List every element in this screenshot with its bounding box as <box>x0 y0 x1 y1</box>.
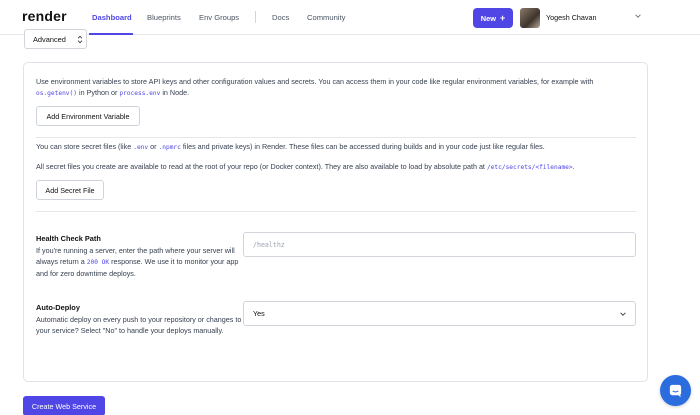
code-getenv: os.getenv() <box>36 90 77 97</box>
auto-deploy-selected-value: Yes <box>253 309 265 318</box>
auto-deploy-description: Automatic deploy on every push to your r… <box>36 315 242 336</box>
health-check-title: Health Check Path <box>36 234 101 243</box>
render-logo[interactable]: render <box>22 8 67 24</box>
active-tab-indicator <box>89 33 133 35</box>
secret-desc-2: All secret files you create are availabl… <box>36 162 485 171</box>
nav-blueprints[interactable]: Blueprints <box>147 13 181 22</box>
divider <box>36 211 636 212</box>
add-environment-variable-button[interactable]: Add Environment Variable <box>36 106 140 126</box>
divider <box>36 137 636 138</box>
secret-desc-a: You can store secret files (like <box>36 142 132 151</box>
secret-desc-b: files and private keys) in Render. These… <box>182 142 545 151</box>
code-env: .env <box>133 144 149 151</box>
user-name[interactable]: Yogesh Chavan <box>546 13 597 22</box>
code-secrets-path: /etc/secrets/<filename> <box>486 164 573 171</box>
create-web-service-button[interactable]: Create Web Service <box>23 396 105 415</box>
env-desc-text: Use environment variables to store API k… <box>36 77 594 86</box>
secret-desc-period: . <box>572 162 575 171</box>
nav-dashboard[interactable]: Dashboard <box>92 13 132 22</box>
top-nav: render Dashboard Blueprints Env Groups D… <box>0 0 700 35</box>
auto-deploy-title: Auto-Deploy <box>36 303 80 312</box>
plus-icon: + <box>499 12 506 23</box>
secret-files-description: You can store secret files (like .env or… <box>36 141 646 153</box>
advanced-settings-panel: Use environment variables to store API k… <box>23 62 648 382</box>
add-secret-file-button[interactable]: Add Secret File <box>36 180 104 200</box>
chevron-up-down-icon <box>77 35 83 43</box>
nav-env-groups[interactable]: Env Groups <box>199 13 239 22</box>
new-button-label: New <box>480 13 496 23</box>
env-desc-python: in Python or <box>78 88 118 97</box>
advanced-label: Advanced <box>33 34 66 44</box>
code-200-ok: 200 OK <box>86 259 110 267</box>
env-desc-node: in Node. <box>162 88 190 97</box>
code-npmrc: .npmrc <box>158 144 181 151</box>
nav-community[interactable]: Community <box>307 13 345 22</box>
health-check-path-input[interactable] <box>253 240 635 249</box>
advanced-toggle-button[interactable]: Advanced <box>24 29 87 49</box>
secret-desc-or: or <box>150 142 157 151</box>
chevron-down-icon[interactable] <box>634 12 642 20</box>
chevron-down-icon <box>620 312 626 316</box>
chat-icon <box>669 384 682 398</box>
code-process-env: process.env <box>119 90 161 97</box>
health-check-description: If you're running a server, enter the pa… <box>36 245 246 280</box>
chat-support-button[interactable] <box>660 375 691 406</box>
secret-files-path-description: All secret files you create are availabl… <box>36 161 646 173</box>
new-button[interactable]: New + <box>473 8 513 28</box>
health-check-path-field[interactable] <box>243 232 636 257</box>
nav-docs[interactable]: Docs <box>272 13 289 22</box>
avatar[interactable] <box>520 8 540 28</box>
nav-separator <box>255 11 256 23</box>
env-vars-description: Use environment variables to store API k… <box>36 76 646 99</box>
auto-deploy-select[interactable]: Yes <box>243 301 636 326</box>
